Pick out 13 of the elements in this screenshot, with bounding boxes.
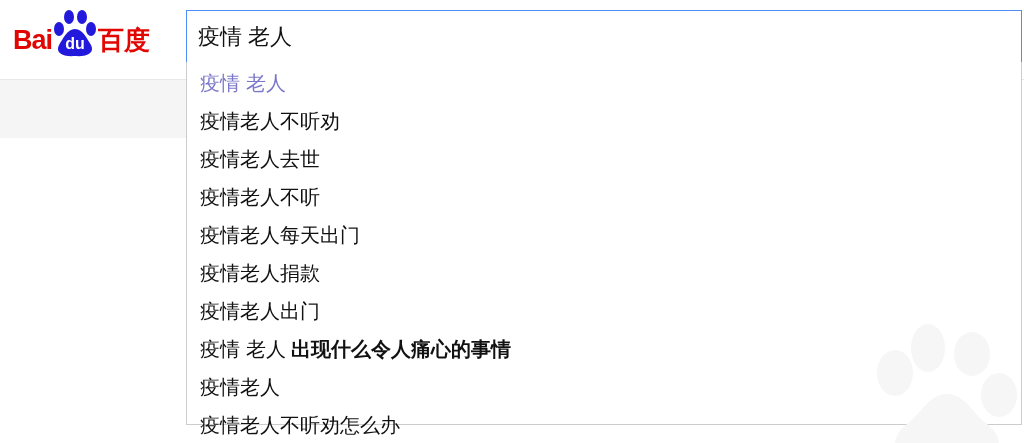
suggestion-item[interactable]: 疫情 老人 出现什么令人痛心的事情 <box>187 330 1021 368</box>
logo-text: 百度 <box>98 27 151 53</box>
suggestion-item[interactable]: 疫情老人不听劝怎么办 <box>187 406 1021 443</box>
suggestion-item[interactable]: 疫情老人捐款 <box>187 254 1021 292</box>
suggestion-item[interactable]: 疫情老人每天出门 <box>187 216 1021 254</box>
suggestion-item[interactable]: 疫情老人出门 <box>187 292 1021 330</box>
suggestion-item[interactable]: 疫情老人去世 <box>187 140 1021 178</box>
suggestion-item[interactable]: 疫情老人 <box>187 368 1021 406</box>
suggestion-item[interactable]: 疫情老人不听劝 <box>187 102 1021 140</box>
logo-text: Bai <box>13 26 53 54</box>
suggestion-item[interactable]: 疫情老人不听 <box>187 178 1021 216</box>
suggestion-item[interactable]: 疫情 老人 <box>187 64 1021 102</box>
paw-logo: du <box>53 9 98 57</box>
